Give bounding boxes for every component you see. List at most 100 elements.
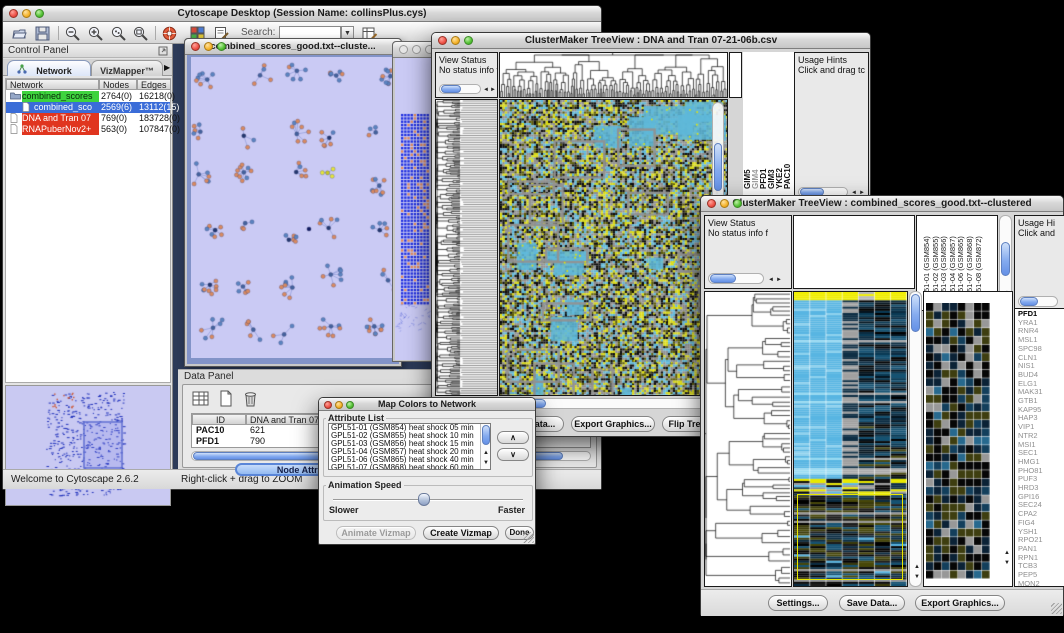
treeview2-titlebar[interactable]: ClusterMaker TreeView : combined_scores_… [701,196,1063,212]
zoom-button[interactable] [733,199,742,208]
tv2-usage-line: Click and [1018,228,1062,238]
speed-slider-thumb[interactable] [418,493,430,506]
delete-attribute-icon[interactable] [241,389,261,409]
tv2-column-dendrogram-pane[interactable] [793,215,915,289]
new-attribute-icon[interactable] [216,389,236,409]
network-row-combined_sco[interactable]: combined_sco2569(6)13112(15) [6,102,170,113]
zoom-button[interactable] [346,401,354,409]
tv2-heatmap-pane[interactable] [793,291,908,587]
tab-network[interactable]: Network [7,60,91,76]
open-file-icon[interactable] [11,25,28,42]
tv2-view-status-panel: View Status No status info f ◄ ► [704,215,792,289]
close-button[interactable] [707,199,716,208]
scroll-up-arrow[interactable]: ▲ [1004,550,1010,556]
tv1-export-graphics-button[interactable]: Export Graphics... [571,416,655,432]
control-panel-title: Control Panel [8,45,69,56]
tv2-selection-rectangle[interactable] [797,494,903,580]
control-panel-header: Control Panel [3,44,172,58]
attribute-item[interactable]: GPL51-07 (GSM868) heat shock 60 min [329,464,490,470]
resize-grip[interactable] [523,532,534,543]
tv1-status-scrollbar[interactable] [439,84,481,94]
zoom-button[interactable] [217,42,226,51]
save-icon[interactable] [34,25,51,42]
minimize-button[interactable] [22,9,31,18]
toolbar-separator [155,26,156,40]
minimize-button[interactable] [204,42,213,51]
col-header-network[interactable]: Network [6,79,99,90]
tv1-top-scroll-strip[interactable] [729,52,742,98]
zoom-fit-icon[interactable] [132,25,149,42]
scroll-down-arrow[interactable]: ▼ [483,460,489,466]
network-view-titlebar[interactable]: combined_scores_good.txt--cluste... [185,39,401,55]
close-button[interactable] [9,9,18,18]
table-icon[interactable] [191,389,211,409]
minimize-button[interactable] [335,401,343,409]
tv2-row-dendrogram-pane[interactable] [704,291,792,587]
move-attribute-up-button[interactable]: ∧ [497,431,529,444]
zoom-in-icon[interactable] [87,25,104,42]
zoom-button[interactable] [35,9,44,18]
scroll-left-arrow[interactable]: ◄ [768,277,774,283]
col-header-nodes[interactable]: Nodes [99,79,137,90]
tv2-save-data-button[interactable]: Save Data... [839,595,905,611]
scrollbar-thumb[interactable] [714,143,722,191]
network-row-RNAPuberNov2+[interactable]: RNAPuberNov2+563(0)107847(0) [6,124,170,135]
tv2-usage-scrollbar[interactable] [1018,296,1058,307]
tv2-zoom-heatmap-pane[interactable]: ▲ ▼ [923,291,1013,587]
zoom-selected-icon[interactable] [110,25,127,42]
close-button[interactable] [324,401,332,409]
tv2-settings-button[interactable]: Settings... [768,595,828,611]
tv2-export-graphics-button[interactable]: Export Graphics... [915,595,1005,611]
tv2-status-scrollbar[interactable] [708,273,764,284]
minimize-button[interactable] [451,36,460,45]
scrollbar-thumb[interactable] [911,294,920,332]
resize-grip[interactable] [1051,603,1062,614]
scroll-left-arrow[interactable]: ◄ [483,87,489,93]
close-button[interactable] [399,45,408,54]
network-view-frame [187,55,399,364]
close-button[interactable] [438,36,447,45]
tv2-heatmap-vscrollbar[interactable]: ▲ ▼ [909,291,922,587]
scroll-right-arrow[interactable]: ► [490,87,496,93]
scroll-down-arrow[interactable]: ▼ [914,574,920,580]
tv2-usage-hints-panel: Usage Hi Click and [1014,215,1064,311]
create-vizmap-button[interactable]: Create Vizmap [423,526,499,540]
minimize-button[interactable] [412,45,421,54]
scrollbar-thumb[interactable] [482,425,490,445]
tv2-footer: Settings... Save Data... Export Graphics… [701,589,1063,616]
tv1-row-dendrogram-pane[interactable] [435,99,498,396]
zoom-button[interactable] [464,36,473,45]
dialog-titlebar[interactable]: Map Colors to Network [319,398,535,411]
tab-vizmapper-label: VizMapper™ [100,66,154,76]
treeview1-titlebar[interactable]: ClusterMaker TreeView : DNA and Tran 07-… [432,33,870,49]
minimize-button[interactable] [720,199,729,208]
gene-item-MON2[interactable]: MON2 [1018,580,1043,587]
animate-vizmap-button[interactable]: Animate Vizmap [336,526,416,540]
help-lifesaver-icon[interactable] [161,25,178,42]
scroll-right-arrow[interactable]: ► [776,277,782,283]
scroll-down-arrow[interactable]: ▼ [1004,560,1010,566]
scroll-up-arrow[interactable]: ▲ [914,564,920,570]
zoom-out-icon[interactable] [64,25,81,42]
tv1-column-dendrogram-pane[interactable] [499,52,728,98]
tab-network-label: Network [36,66,72,76]
control-panel-tabs: Network VizMapper™ ▶ [3,59,172,76]
scrollbar-thumb[interactable] [1001,242,1010,276]
network-name: RNAPuberNov2+ [22,124,99,135]
col-header-edges[interactable]: Edges [137,79,171,90]
tab-vizmapper[interactable]: VizMapper™ [91,60,163,76]
tv1-heatmap-pane[interactable]: ▲ ▼ [499,99,728,396]
scroll-up-arrow[interactable]: ▲ [483,450,489,456]
tv1-usage-title: Usage Hints [798,55,865,65]
network-row-combined_scores[interactable]: combined_scores2764(0)16218(0) [6,91,170,102]
folder-icon [10,91,22,102]
attribute-list-scrollbar[interactable]: ▲ ▼ [480,424,490,469]
close-button[interactable] [191,42,200,51]
network-row-DNA and Tran 07[interactable]: DNA and Tran 07769(0)183728(0) [6,113,170,124]
main-titlebar[interactable]: Cytoscape Desktop (Session Name: collins… [3,6,601,22]
tab-overflow-arrow[interactable]: ▶ [164,63,170,72]
attr-col-id[interactable]: ID [192,414,246,425]
network-canvas[interactable] [191,57,397,358]
move-attribute-down-button[interactable]: ∨ [497,448,529,461]
float-panel-icon[interactable] [158,46,168,56]
